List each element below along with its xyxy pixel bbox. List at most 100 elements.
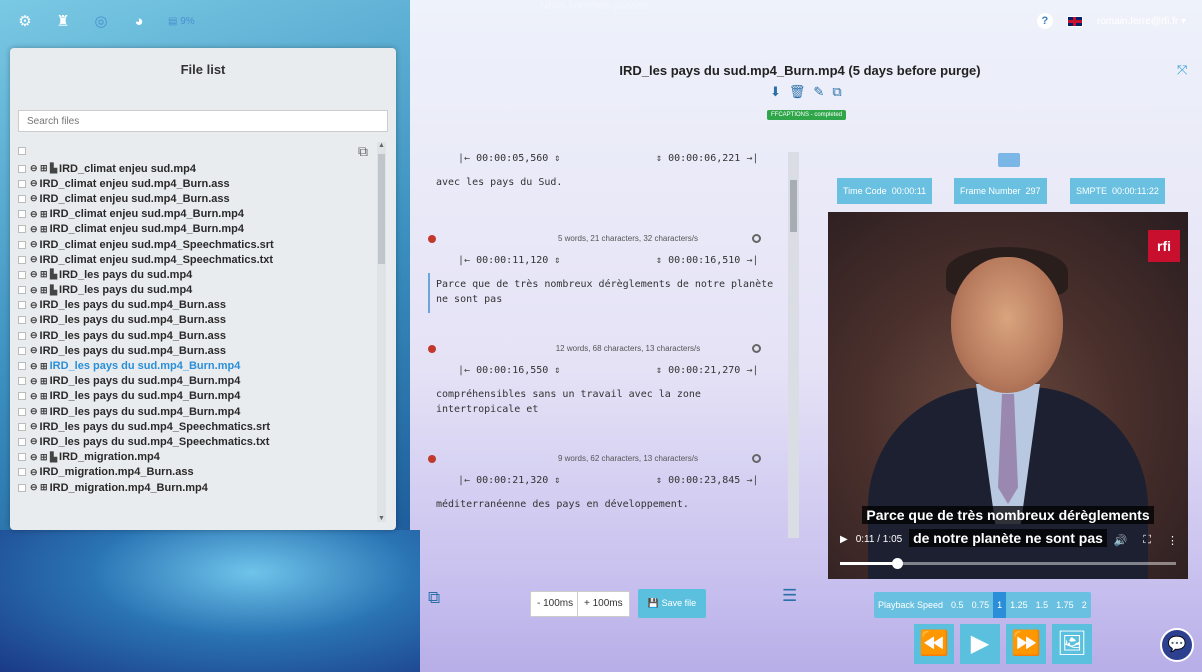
more-icon[interactable]: ⋮ xyxy=(1167,534,1178,547)
file-item[interactable]: ⊖ IRD_climat enjeu sud.mp4_Burn.ass xyxy=(18,191,378,206)
fullscreen-video-icon[interactable]: ⛶ xyxy=(1143,534,1151,547)
editor-scroll-thumb[interactable] xyxy=(790,180,797,232)
subtitle-text[interactable]: compréhensibles sans un travail avec la … xyxy=(436,387,776,417)
file-item[interactable]: ⊖ IRD_les pays du sud.mp4_Burn.ass xyxy=(18,343,378,358)
file-name[interactable]: IRD_les pays du sud.mp4_Burn.ass xyxy=(40,330,226,342)
remove-subtitle-icon[interactable] xyxy=(428,455,436,463)
trash-icon[interactable]: 🗑 xyxy=(789,84,806,100)
file-name[interactable]: IRD_migration.mp4_Burn.ass xyxy=(40,466,194,478)
file-name[interactable]: IRD_les pays du sud.mp4 xyxy=(59,269,192,281)
add-subtitle-icon[interactable] xyxy=(752,234,761,243)
file-name[interactable]: IRD_les pays du sud.mp4_Burn.mp4 xyxy=(50,360,241,372)
file-checkbox[interactable] xyxy=(18,210,26,219)
video-progress[interactable] xyxy=(840,558,1176,569)
file-name[interactable]: IRD_les pays du sud.mp4_Burn.ass xyxy=(40,299,226,311)
file-list-scrollbar[interactable]: ▲ ▼ xyxy=(377,142,386,522)
user-menu[interactable]: romain.ferre@rfi.fr ▾ xyxy=(1097,16,1186,27)
file-checkbox[interactable] xyxy=(18,437,26,446)
copy-icon[interactable]: ⧉ xyxy=(832,84,841,100)
file-checkbox[interactable] xyxy=(18,407,26,416)
select-all-checkbox[interactable] xyxy=(18,147,26,155)
file-item[interactable]: ⊖ IRD_migration.mp4_Burn.ass xyxy=(18,465,378,480)
stepper-icon[interactable]: ⇕ xyxy=(554,365,560,376)
file-name[interactable]: IRD_les pays du sud.mp4 xyxy=(59,284,192,296)
end-timecode[interactable]: ⇕ 00:00:06,221 →| xyxy=(656,153,758,164)
file-checkbox[interactable] xyxy=(18,301,26,310)
file-checkbox[interactable] xyxy=(18,255,26,264)
file-name[interactable]: IRD_migration.mp4_Burn.mp4 xyxy=(50,482,208,494)
end-time[interactable]: 00:00:16,510 xyxy=(668,255,740,266)
start-timecode[interactable]: |← 00:00:11,120 ⇕ xyxy=(458,255,560,266)
rewind-button[interactable]: ⏪ xyxy=(914,624,954,664)
stepper-icon[interactable]: ⇕ xyxy=(656,255,662,266)
file-item[interactable]: ⊖ IRD_les pays du sud.mp4_Burn.ass xyxy=(18,313,378,328)
help-icon[interactable]: ? xyxy=(1036,13,1053,29)
play-button[interactable]: ▶ xyxy=(960,624,1000,664)
stepper-icon[interactable]: ⇕ xyxy=(554,475,560,486)
speed-option[interactable]: 2 xyxy=(1078,592,1091,618)
file-checkbox[interactable] xyxy=(18,362,26,371)
dashboard-icon[interactable]: ◕ xyxy=(130,13,148,30)
file-item[interactable]: ⊖ ⊞ ▙ IRD_climat enjeu sud.mp4 xyxy=(18,161,378,176)
file-checkbox[interactable] xyxy=(18,225,26,234)
file-name[interactable]: IRD_climat enjeu sud.mp4_Burn.ass xyxy=(40,193,230,205)
end-time[interactable]: 00:00:21,270 xyxy=(668,365,740,376)
start-timecode[interactable]: |← 00:00:05,560 ⇕ xyxy=(458,153,560,164)
file-checkbox[interactable] xyxy=(18,453,26,462)
file-item[interactable]: ⊖ ⊞ IRD_les pays du sud.mp4_Burn.mp4 xyxy=(18,404,378,419)
file-checkbox[interactable] xyxy=(18,392,26,401)
file-item[interactable]: ⊖ ⊞ IRD_migration.mp4_Burn.mp4 xyxy=(18,480,378,495)
add-subtitle-icon[interactable] xyxy=(752,454,761,463)
file-item[interactable]: ⊖ IRD_les pays du sud.mp4_Speechmatics.sr… xyxy=(18,419,378,434)
file-checkbox[interactable] xyxy=(18,331,26,340)
start-timecode[interactable]: |← 00:00:21,320 ⇕ xyxy=(458,475,560,486)
speed-option[interactable]: 1.75 xyxy=(1052,592,1078,618)
pencil-icon[interactable]: ✎ xyxy=(813,84,824,100)
jump-end-icon[interactable]: →| xyxy=(746,365,758,376)
file-item[interactable]: ⊖ IRD_climat enjeu sud.mp4_Speechmatics.s… xyxy=(18,237,378,252)
file-item[interactable]: ⊖ ⊞ ▙ IRD_les pays du sud.mp4 xyxy=(18,267,378,282)
speed-option[interactable]: 1 xyxy=(993,592,1007,618)
copy-icon[interactable]: ⧉ xyxy=(358,143,368,160)
speed-option[interactable]: 1.5 xyxy=(1032,592,1053,618)
file-item[interactable]: ⊖ ⊞ IRD_climat enjeu sud.mp4_Burn.mp4 xyxy=(18,222,378,237)
stepper-icon[interactable]: ⇕ xyxy=(554,153,560,164)
file-checkbox[interactable] xyxy=(18,422,26,431)
file-name[interactable]: IRD_climat enjeu sud.mp4_Burn.mp4 xyxy=(50,223,244,235)
chat-icon[interactable]: 💬 xyxy=(1160,628,1194,662)
scroll-thumb[interactable] xyxy=(378,154,385,264)
save-file-button[interactable]: 💾 Save file xyxy=(638,589,706,618)
file-item[interactable]: ⊖ ⊞ IRD_climat enjeu sud.mp4_Burn.mp4 xyxy=(18,207,378,222)
file-name[interactable]: IRD_les pays du sud.mp4_Burn.mp4 xyxy=(50,406,241,418)
file-item[interactable]: ⊖ ⊞ ▙ IRD_les pays du sud.mp4 xyxy=(18,283,378,298)
file-item[interactable]: ⊖ ⊞ IRD_les pays du sud.mp4_Burn.mp4 xyxy=(18,389,378,404)
binoculars-icon[interactable]: ♜ xyxy=(54,12,72,30)
file-item[interactable]: ⊖ ⊞ IRD_les pays du sud.mp4_Burn.mp4 xyxy=(18,358,378,373)
file-name[interactable]: IRD_migration.mp4 xyxy=(59,451,160,463)
speed-option[interactable]: 1.25 xyxy=(1006,592,1032,618)
file-item[interactable]: ⊖ IRD_les pays du sud.mp4_Burn.ass xyxy=(18,298,378,313)
remove-subtitle-icon[interactable] xyxy=(428,345,436,353)
minus-100ms-button[interactable]: - 100ms xyxy=(530,591,581,617)
search-input[interactable] xyxy=(18,110,388,132)
plus-100ms-button[interactable]: + 100ms xyxy=(577,591,630,617)
end-timecode[interactable]: ⇕ 00:00:16,510 →| xyxy=(656,255,758,266)
file-checkbox[interactable] xyxy=(18,164,26,173)
file-item[interactable]: ⊖ IRD_les pays du sud.mp4_Burn.ass xyxy=(18,328,378,343)
speed-option[interactable]: 0.5 xyxy=(947,592,968,618)
start-time[interactable]: 00:00:05,560 xyxy=(476,153,548,164)
end-time[interactable]: 00:00:06,221 xyxy=(668,153,740,164)
file-name[interactable]: IRD_climat enjeu sud.mp4 xyxy=(59,163,196,175)
file-name[interactable]: IRD_climat enjeu sud.mp4_Speechmatics.sr… xyxy=(40,239,274,251)
file-item[interactable]: ⊖ ⊞ IRD_les pays du sud.mp4_Burn.mp4 xyxy=(18,374,378,389)
forward-button[interactable]: ⏩ xyxy=(1006,624,1046,664)
file-name[interactable]: IRD_climat enjeu sud.mp4_Speechmatics.tx… xyxy=(40,254,274,266)
uk-flag-icon[interactable] xyxy=(1066,15,1083,27)
video-player[interactable]: rfi Parce que de très nombreux dérègleme… xyxy=(828,212,1188,579)
sync-icon[interactable]: ⧉ xyxy=(428,588,440,608)
file-checkbox[interactable] xyxy=(18,346,26,355)
file-item[interactable]: ⊖ IRD_les pays du sud.mp4_Speechmatics.tx… xyxy=(18,434,378,449)
keyboard-icon[interactable] xyxy=(998,153,1020,167)
network-icon[interactable]: ◎ xyxy=(92,12,110,30)
file-item[interactable]: ⊖ IRD_climat enjeu sud.mp4_Burn.ass xyxy=(18,176,378,191)
